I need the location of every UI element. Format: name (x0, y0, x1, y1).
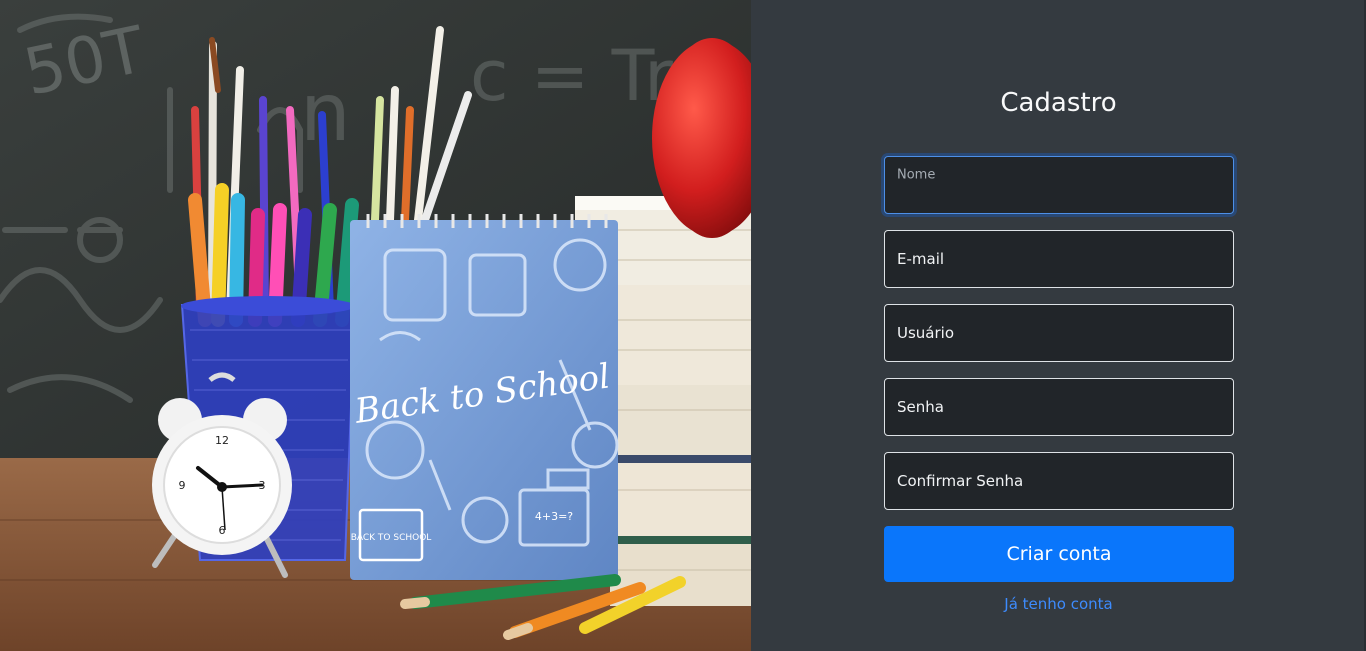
back-to-school-illustration: 50T n c = Tr 1269 BACK TO SCHOOL 4+3=? B… (0, 0, 751, 651)
svg-text:9: 9 (179, 479, 186, 492)
confirmar-senha-input[interactable] (885, 453, 1233, 509)
laptop-text: 4+3=? (535, 510, 573, 523)
hero-image: 50T n c = Tr 12 6 9 BACK TO SCHOOL 4+3=?… (0, 0, 751, 651)
email-input[interactable] (885, 231, 1233, 287)
usuario-field[interactable]: Usuário (884, 304, 1234, 362)
mini-notebook-text: BACK TO SCHOOL (351, 533, 432, 543)
already-have-account-link[interactable]: Já tenho conta (751, 595, 1366, 613)
email-field[interactable]: E-mail (884, 230, 1234, 288)
senha-field[interactable]: Senha (884, 378, 1234, 436)
svg-text:12: 12 (215, 434, 229, 447)
page-title: Cadastro (1000, 88, 1117, 118)
usuario-input[interactable] (885, 305, 1233, 361)
signup-panel: Cadastro Nome E-mail Usuário Senha Confi… (751, 0, 1366, 651)
senha-input[interactable] (885, 379, 1233, 435)
chalk-text-3: c = Tr (470, 35, 673, 117)
notebook: BACK TO SCHOOL 4+3=? Back to School (350, 214, 619, 580)
nome-input[interactable] (885, 157, 1233, 213)
nome-field[interactable]: Nome (884, 156, 1234, 214)
confirmar-senha-field[interactable]: Confirmar Senha (884, 452, 1234, 510)
create-account-button[interactable]: Criar conta (884, 526, 1234, 582)
